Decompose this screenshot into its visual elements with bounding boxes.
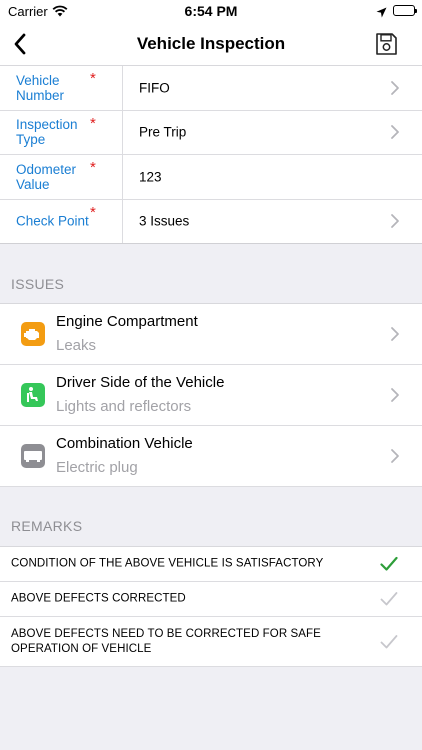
issue-subtitle: Electric plug (56, 459, 138, 476)
required-marker: * (90, 159, 96, 176)
clock: 6:54 PM (184, 3, 238, 19)
chevron-right-icon (391, 80, 399, 95)
form-label: Vehicle Number (16, 72, 65, 103)
page-title: Vehicle Inspection (136, 34, 286, 53)
form-label: Check Point (16, 213, 89, 229)
chevron-right-icon (391, 449, 399, 463)
issues-section-header: ISSUES (11, 276, 65, 292)
remarks-list: CONDITION OF THE ABOVE VEHICLE IS SATISF… (0, 546, 422, 667)
remark-text: CONDITION OF THE ABOVE VEHICLE IS SATISF… (11, 557, 324, 570)
back-button[interactable] (10, 31, 34, 57)
check-point-value: 3 Issues (139, 213, 190, 229)
status-bar: Carrier 6:54 PM (0, 0, 422, 22)
issue-title: Engine Compartment (56, 313, 198, 330)
chevron-right-icon (391, 125, 399, 140)
save-button[interactable] (373, 31, 399, 57)
vehicle-number-value: FIFO (139, 80, 170, 96)
issue-title: Driver Side of the Vehicle (56, 374, 225, 391)
odometer-value-field[interactable]: 123 (139, 169, 162, 184)
required-marker: * (90, 203, 96, 221)
issue-item-driver-side[interactable]: Driver Side of the Vehicle Lights and re… (0, 365, 422, 426)
remark-item-satisfactory[interactable]: CONDITION OF THE ABOVE VEHICLE IS SATISF… (0, 547, 422, 582)
navigation-bar: Vehicle Inspection (0, 22, 422, 66)
chevron-right-icon (391, 388, 399, 402)
inspection-type-row[interactable]: Inspection Type * Pre Trip (0, 110, 422, 155)
trailer-icon (21, 444, 45, 468)
remark-text: ABOVE DEFECTS CORRECTED (11, 592, 186, 605)
remark-text: ABOVE DEFECTS NEED TO BE CORRECTED FOR S… (11, 627, 321, 655)
issues-list: Engine Compartment Leaks Driver Side of … (0, 303, 422, 487)
issue-subtitle: Leaks (56, 337, 97, 354)
driver-seat-icon (21, 383, 45, 407)
issue-subtitle: Lights and reflectors (56, 398, 192, 415)
save-icon (376, 33, 397, 55)
issue-item-engine-compartment[interactable]: Engine Compartment Leaks (0, 304, 422, 365)
remark-item-defects-corrected[interactable]: ABOVE DEFECTS CORRECTED (0, 582, 422, 617)
check-point-row[interactable]: Check Point * 3 Issues (0, 199, 422, 244)
vehicle-number-row[interactable]: Vehicle Number * FIFO (0, 66, 422, 111)
odometer-value-row[interactable]: Odometer Value * 123 (0, 155, 422, 200)
inspection-form: Vehicle Number * FIFO Inspection Type * … (0, 66, 422, 244)
checkmark-icon (380, 634, 398, 648)
form-label: Odometer Value (16, 161, 77, 192)
required-marker: * (90, 114, 96, 132)
required-marker: * (90, 70, 96, 87)
inspection-type-value: Pre Trip (139, 124, 187, 140)
chevron-right-icon (391, 214, 399, 229)
issue-item-combination-vehicle[interactable]: Combination Vehicle Electric plug (0, 426, 422, 487)
checkmark-icon (380, 556, 398, 571)
checkmark-icon (380, 592, 398, 606)
chevron-right-icon (391, 327, 399, 341)
issue-title: Combination Vehicle (56, 435, 193, 452)
battery-icon (393, 5, 417, 16)
remarks-section-header: REMARKS (11, 518, 83, 534)
location-arrow-icon (376, 5, 387, 23)
engine-icon (21, 322, 45, 346)
chevron-left-icon (14, 33, 26, 55)
remark-item-defects-need-correction[interactable]: ABOVE DEFECTS NEED TO BE CORRECTED FOR S… (0, 617, 422, 667)
form-label: Inspection Type (16, 117, 78, 148)
